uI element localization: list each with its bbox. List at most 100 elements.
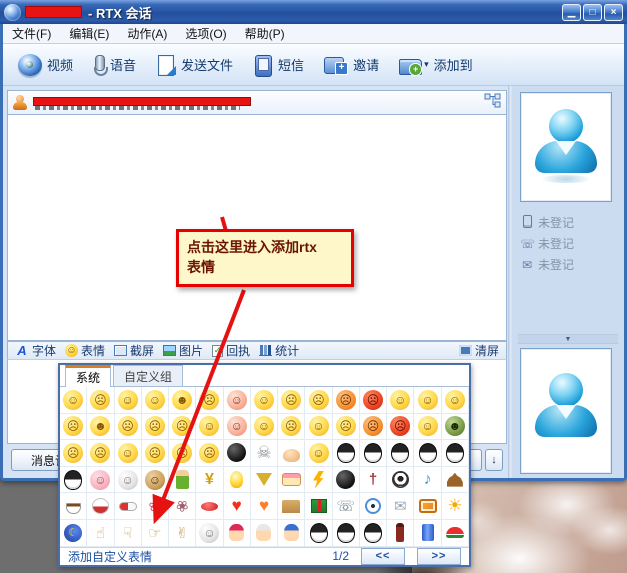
heart-orange[interactable]: ♥ — [250, 493, 279, 520]
cat[interactable]: ☺ — [114, 466, 142, 494]
emoticon-button[interactable]: ☺ 表情 — [62, 342, 108, 359]
dizzy-face[interactable]: ☹ — [169, 440, 197, 467]
maximize-button[interactable]: □ — [583, 3, 602, 21]
coffee[interactable] — [60, 493, 88, 520]
rose[interactable]: ❀ — [141, 493, 170, 520]
mail[interactable]: ✉ — [387, 493, 415, 520]
sms-button[interactable]: 短信 — [244, 51, 313, 79]
lips[interactable] — [196, 493, 224, 520]
fuzzy-cat[interactable]: ☺ — [196, 519, 224, 547]
doubt-face[interactable]: ☺ — [114, 440, 142, 467]
wilted-rose[interactable]: ❀ — [169, 493, 197, 520]
dazed-face[interactable]: ☺ — [141, 387, 170, 414]
frown-face[interactable]: ☹ — [60, 413, 88, 441]
huff-face[interactable]: ☹ — [359, 413, 388, 441]
send-options-button[interactable]: ↓ — [485, 449, 503, 471]
watermelon[interactable] — [441, 519, 469, 547]
eyeroll-face[interactable]: ☺ — [250, 413, 279, 441]
cry-face[interactable]: ☹ — [305, 387, 333, 414]
skull[interactable]: ☠ — [250, 440, 279, 467]
picture-button[interactable]: 图片 — [160, 342, 206, 359]
close-button[interactable]: × — [604, 3, 623, 21]
add-custom-emoticon-link[interactable]: 添加自定义表情 — [68, 548, 152, 565]
lightning[interactable] — [305, 466, 333, 494]
voice-button[interactable]: 语音 — [84, 51, 145, 79]
dagger[interactable]: † — [359, 466, 388, 494]
pill[interactable] — [114, 493, 142, 520]
deflated-face[interactable]: ☹ — [60, 440, 88, 467]
tab-custom-group[interactable]: 自定义组 — [113, 365, 184, 386]
soldier-face[interactable]: ☻ — [441, 413, 469, 441]
font-button[interactable]: A 字体 — [12, 342, 59, 359]
shocked-face[interactable]: ☹ — [141, 440, 170, 467]
tear-face[interactable]: ☹ — [196, 387, 224, 414]
gift[interactable] — [305, 493, 333, 520]
tv[interactable] — [414, 493, 442, 520]
victory-hand[interactable]: ✌ — [169, 519, 197, 547]
message-history-area[interactable] — [7, 114, 507, 341]
fierce-face[interactable]: ☻ — [87, 413, 115, 441]
penguin-king[interactable] — [359, 519, 388, 547]
receipt-button[interactable]: ✓ 回执 — [209, 342, 253, 359]
penguin-sit[interactable] — [359, 440, 388, 467]
quiet-face[interactable]: ☺ — [250, 387, 279, 414]
sun[interactable]: ☀ — [441, 493, 469, 520]
boy[interactable] — [250, 519, 279, 547]
mask-face[interactable]: ☹ — [114, 413, 142, 441]
bomb[interactable] — [332, 466, 360, 494]
plain-face[interactable]: ☺ — [305, 413, 333, 441]
statistics-button[interactable]: 统计 — [256, 342, 302, 359]
torment-face[interactable]: ☹ — [196, 440, 224, 467]
menu-action[interactable]: 动作(A) — [118, 23, 176, 44]
grimace-face[interactable]: ☹ — [141, 413, 170, 441]
cheeky-face[interactable]: ☺ — [387, 387, 415, 414]
doll[interactable] — [169, 466, 197, 494]
pig[interactable]: ☺ — [87, 466, 115, 494]
dog[interactable]: ☺ — [141, 466, 170, 494]
penguin-girl[interactable] — [60, 466, 88, 494]
add-to-button[interactable]: ▾ 添加到 — [390, 52, 482, 77]
chevron-down-icon[interactable]: ▾ — [424, 59, 429, 70]
penguin-red[interactable] — [414, 440, 442, 467]
screenshot-button[interactable]: 截屏 — [111, 342, 157, 359]
org-chart-icon[interactable] — [484, 93, 501, 113]
pane-divider[interactable] — [508, 86, 511, 478]
girl[interactable] — [223, 519, 251, 547]
shy-face[interactable]: ☺ — [223, 387, 251, 414]
money[interactable]: ¥ — [196, 466, 224, 494]
laugh-face[interactable]: ☺ — [414, 413, 442, 441]
kid[interactable] — [278, 519, 306, 547]
phone-call[interactable]: ☏ — [332, 493, 360, 520]
clear-screen-button[interactable]: 清屏 — [456, 342, 502, 359]
penguin-big[interactable] — [305, 519, 333, 547]
music-note[interactable]: ♪ — [414, 466, 442, 494]
minimize-button[interactable]: ▁ — [562, 3, 581, 21]
troubled-face[interactable]: ☹ — [169, 413, 197, 441]
menu-options[interactable]: 选项(O) — [176, 23, 235, 44]
menu-help[interactable]: 帮助(P) — [236, 23, 294, 44]
chuckle-face[interactable]: ☺ — [196, 413, 224, 441]
angry-face[interactable]: ☹ — [359, 387, 388, 414]
handshake[interactable]: ☞ — [141, 519, 170, 547]
surprised-face[interactable]: ☺ — [60, 387, 88, 414]
menu-edit[interactable]: 编辑(E) — [60, 23, 118, 44]
cocktail[interactable] — [250, 466, 279, 494]
clock[interactable] — [359, 493, 388, 520]
squint-face[interactable]: ☹ — [387, 413, 415, 441]
love-face[interactable]: ☺ — [114, 387, 142, 414]
menu-file[interactable]: 文件(F) — [3, 23, 60, 44]
moon[interactable]: ☾ — [60, 519, 88, 547]
smile-face[interactable]: ☺ — [441, 387, 469, 414]
thumbs-up[interactable]: ☝ — [87, 519, 115, 547]
poop[interactable] — [441, 466, 469, 494]
sleepy-face[interactable]: ☹ — [278, 387, 306, 414]
rice-bowl[interactable] — [87, 493, 115, 520]
tab-system[interactable]: 系统 — [65, 365, 112, 387]
thumbs-down[interactable]: ☟ — [114, 519, 142, 547]
pout-face[interactable]: ☹ — [87, 387, 115, 414]
prev-page-button[interactable]: << — [361, 547, 405, 565]
send-file-button[interactable]: 发送文件 — [147, 51, 242, 79]
peek-head[interactable] — [278, 440, 306, 467]
sidebar-collapse-splitter[interactable]: ▼ — [518, 334, 618, 344]
cake[interactable] — [278, 466, 306, 494]
